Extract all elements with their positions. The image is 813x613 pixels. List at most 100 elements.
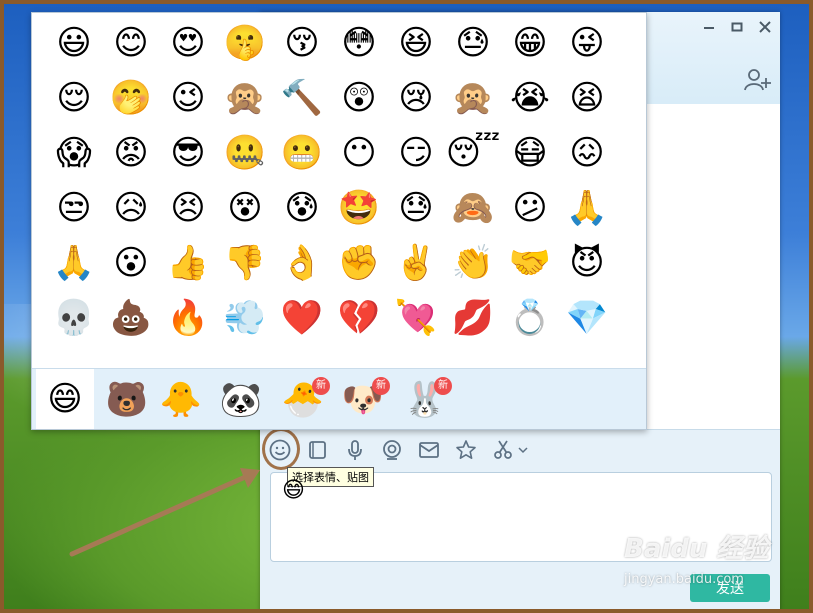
emoji-cell[interactable]: 😓 [388, 180, 444, 236]
emoji-cell[interactable]: 😣 [160, 180, 216, 236]
emoji-panel-tab[interactable]: 🐥 [156, 375, 206, 425]
sticker-pack-icon: 😄 [47, 379, 83, 419]
emoji-cell[interactable]: 😰 [274, 180, 330, 236]
emoji-cell[interactable]: 💀 [46, 290, 102, 346]
minimize-button[interactable] [698, 18, 720, 40]
emoji-cell[interactable]: 😢 [388, 70, 444, 126]
emoji-cell[interactable]: ❤️ [274, 290, 330, 346]
cursor-emoji: 😄 [282, 478, 305, 503]
emoji-cell[interactable]: 😭 [502, 70, 558, 126]
square-icon [309, 441, 326, 459]
emoji-cell[interactable]: 🤭 [103, 70, 159, 126]
maximize-icon [731, 22, 743, 32]
chevron-down-icon [518, 447, 528, 454]
close-button[interactable] [754, 18, 776, 40]
emoji-panel-tab[interactable]: 🐼 [216, 375, 266, 425]
emoji-cell[interactable]: 😮 [103, 235, 159, 291]
emoji-cell[interactable]: 😷 [502, 125, 558, 181]
emoji-cell[interactable]: 💩 [103, 290, 159, 346]
emoji-cell[interactable]: 😜 [559, 15, 615, 71]
emoji-cell[interactable]: 🙊 [217, 70, 273, 126]
emoji-cell[interactable]: 😡 [103, 125, 159, 181]
emoji-panel-tab[interactable]: 🐣 新 [278, 375, 330, 425]
emoji-cell[interactable]: 👎 [217, 235, 273, 291]
emoji-cell[interactable]: 😊 [103, 15, 159, 71]
add-friend-button[interactable] [744, 68, 772, 92]
new-badge: 新 [312, 377, 330, 395]
microphone-icon [348, 440, 362, 460]
emoji-cell[interactable]: 😈 [559, 235, 615, 291]
emoji-cell[interactable]: 💨 [217, 290, 273, 346]
emoji-panel-tab[interactable]: 😄 [36, 369, 94, 429]
emoji-cell[interactable]: 🙏 [46, 235, 102, 291]
emoji-cell[interactable]: 👍 [160, 235, 216, 291]
emoji-cell[interactable]: 💔 [331, 290, 387, 346]
emoji-cell[interactable]: 💎 [559, 290, 615, 346]
sticker-pack-icon: 🐼 [219, 380, 263, 420]
star-icon [456, 440, 476, 459]
emoji-cell[interactable]: 🙏 [559, 180, 615, 236]
emoji-cell[interactable]: 👌 [274, 235, 330, 291]
emoji-cell[interactable]: 😁 [502, 15, 558, 71]
emoji-cell[interactable]: 🔥 [160, 290, 216, 346]
emoji-cell[interactable]: 😌 [46, 70, 102, 126]
emoji-cell[interactable]: 😆 [388, 15, 444, 71]
emoji-cell[interactable]: 😶 [331, 125, 387, 181]
emoji-cell[interactable]: 🤩 [331, 180, 387, 236]
emoji-cell[interactable]: 😉 [160, 70, 216, 126]
emoji-cell[interactable]: 😏 [388, 125, 444, 181]
emoji-cell[interactable]: 😓 [445, 15, 501, 71]
emoji-panel-tab[interactable]: 🐰 新 [400, 375, 452, 425]
favorite-button[interactable] [452, 436, 480, 464]
emoji-cell[interactable]: 😬 [274, 125, 330, 181]
minimize-icon [704, 27, 714, 29]
emoji-panel-tab[interactable]: 🐶 新 [338, 375, 390, 425]
sticker-pack-icon: 🐥 [159, 380, 203, 420]
emoji-cell[interactable]: 😫 [559, 70, 615, 126]
emoji-cell[interactable]: 🔨 [274, 70, 330, 126]
emoji-cell[interactable]: 😎 [160, 125, 216, 181]
emoji-cell[interactable]: 🤐 [217, 125, 273, 181]
watermark-main: Baidu 经验 [624, 534, 769, 564]
close-icon [759, 21, 771, 33]
emoji-cell[interactable]: 💋 [445, 290, 501, 346]
annotation-arrow [69, 468, 260, 557]
emoji-cell[interactable]: 👏 [445, 235, 501, 291]
emoji-cell[interactable]: 😵 [217, 180, 273, 236]
emoji-cell[interactable]: ✌️ [388, 235, 444, 291]
scissors-button[interactable] [490, 436, 530, 464]
emoji-cell[interactable]: 😒 [46, 180, 102, 236]
emoji-cell[interactable]: ✊ [331, 235, 387, 291]
screenshot-frame: 选择表情、贴图 😄 发送 😃 😊 😍 🤫 😚 😳 😆 😓 😁 😜 😌 🤭 😉 🙊 🔨 😲 😢 🙊 😭 😫 😱 😡 😎 🤐 😬 😶 😏… [0, 0, 813, 613]
emoji-cell[interactable]: 😃 [46, 15, 102, 71]
emoji-panel-tab[interactable]: 🐻 [102, 375, 152, 425]
emoji-cell[interactable]: 😚 [274, 15, 330, 71]
emoji-cell[interactable]: 🤫 [217, 15, 273, 71]
emoji-cell[interactable]: 😥 [103, 180, 159, 236]
video-button[interactable] [378, 436, 406, 464]
emoji-cell[interactable]: 😕 [502, 180, 558, 236]
scissors-icon [494, 440, 512, 459]
emoji-cell[interactable]: 😲 [331, 70, 387, 126]
add-friend-icon [744, 69, 771, 91]
emoji-grid: 😃 😊 😍 🤫 😚 😳 😆 😓 😁 😜 😌 🤭 😉 🙊 🔨 😲 😢 🙊 😭 😫 😱 😡 😎 🤐 😬 😶 😏 😴 😷 😖 😒 😥 😣 😵 😰 🤩 😓 🙈 😕 🙏… [32, 13, 646, 367]
emoji-cell[interactable]: 🙈 [445, 180, 501, 236]
emoji-cell[interactable]: 😍 [160, 15, 216, 71]
voice-button[interactable] [341, 436, 369, 464]
new-badge: 新 [434, 377, 452, 395]
emoji-panel-tabs: 😄 🐻 🐥 🐼 🐣 新 🐶 新 🐰 新 [32, 368, 646, 429]
new-badge: 新 [372, 377, 390, 395]
emoji-cell[interactable]: 😖 [559, 125, 615, 181]
emoji-cell[interactable]: 💘 [388, 290, 444, 346]
emoji-cell[interactable]: 😳 [331, 15, 387, 71]
sticker-pack-icon: 🐻 [105, 380, 149, 420]
camera-icon [383, 440, 401, 460]
screenshot-button[interactable] [304, 436, 332, 464]
emoji-cell[interactable]: 🙊 [445, 70, 501, 126]
mail-button[interactable] [415, 436, 443, 464]
emoji-cell[interactable]: 😴 [445, 125, 501, 181]
maximize-button[interactable] [726, 18, 748, 40]
emoji-cell[interactable]: 💍 [502, 290, 558, 346]
emoji-cell[interactable]: 🤝 [502, 235, 558, 291]
emoji-cell[interactable]: 😱 [46, 125, 102, 181]
